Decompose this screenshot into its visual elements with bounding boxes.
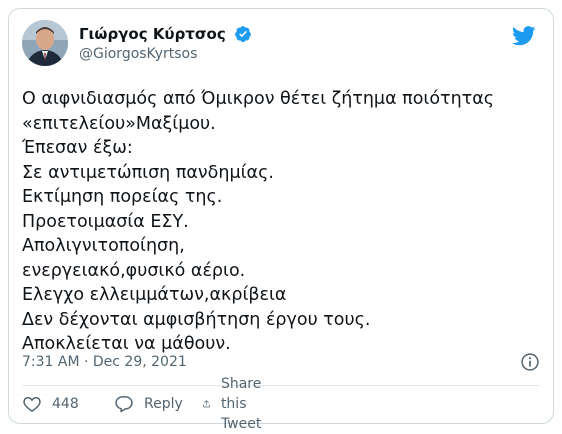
tweet-timestamp[interactable]: 7:31 AM · Dec 29, 2021 xyxy=(22,352,187,372)
divider xyxy=(22,385,540,386)
avatar[interactable] xyxy=(22,20,68,66)
share-icon xyxy=(203,400,210,408)
info-icon[interactable] xyxy=(520,352,540,372)
tweet-card[interactable]: Γιώργος Κύρτσος @GiorgosKyrtsos Ο αιφνιδ… xyxy=(8,8,554,432)
share-button[interactable]: Share this Tweet xyxy=(202,376,272,432)
author-block[interactable]: Γιώργος Κύρτσος @GiorgosKyrtsos xyxy=(79,23,252,64)
author-display-name[interactable]: Γιώργος Κύρτσος xyxy=(79,24,226,44)
tweet-text: Ο αιφνιδιασμός από Όμικρον θέτει ζήτημα … xyxy=(22,89,495,354)
share-label: Share this Tweet xyxy=(220,376,262,432)
heart-icon xyxy=(23,397,41,412)
reply-bubble-icon xyxy=(115,396,133,413)
like-button[interactable]: 448 xyxy=(22,393,79,415)
tweet-header: Γιώργος Κύρτσος @GiorgosKyrtsos xyxy=(22,20,540,68)
avatar-image xyxy=(22,20,68,66)
twitter-bird-icon[interactable] xyxy=(512,26,536,46)
author-handle[interactable]: @GiorgosKyrtsos xyxy=(79,44,252,64)
reply-label: Reply xyxy=(144,396,183,412)
like-count: 448 xyxy=(52,396,79,412)
reply-button[interactable]: Reply xyxy=(114,393,183,415)
verified-badge-icon xyxy=(234,25,251,42)
